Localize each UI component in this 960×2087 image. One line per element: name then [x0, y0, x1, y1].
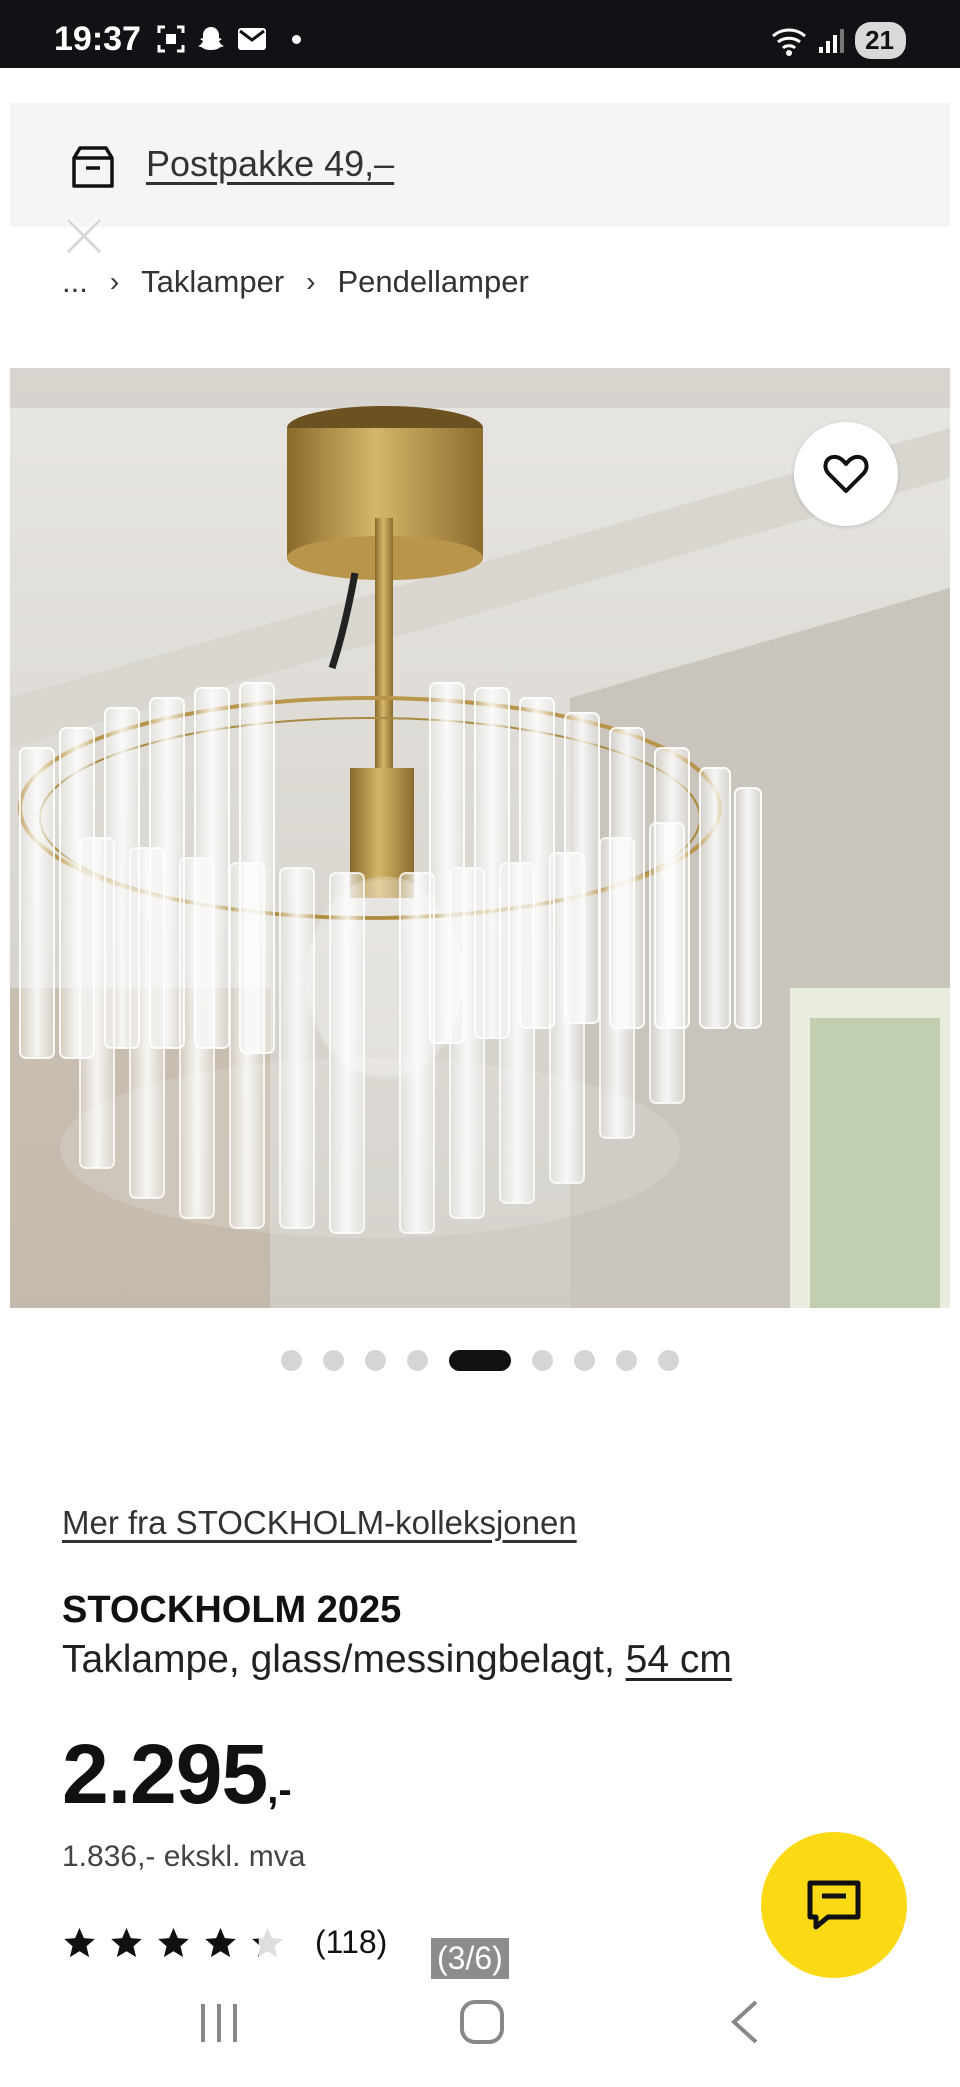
breadcrumb-ellipsis[interactable]: ...: [62, 264, 88, 300]
carousel-dot[interactable]: [365, 1350, 386, 1371]
battery-icon: 21: [855, 22, 906, 59]
parcel-icon: [72, 146, 114, 188]
carousel-dot[interactable]: [407, 1350, 428, 1371]
carousel-dot[interactable]: [323, 1350, 344, 1371]
star-full-icon: [111, 1927, 142, 1958]
carousel-dot[interactable]: [574, 1350, 595, 1371]
carousel-dot-active[interactable]: [449, 1350, 511, 1371]
screenshot-icon: [157, 25, 185, 53]
product-rating[interactable]: (118): [62, 1924, 387, 1961]
chat-button[interactable]: [761, 1832, 907, 1978]
star-partial-icon: [252, 1927, 283, 1958]
star-full-icon: [205, 1927, 236, 1958]
carousel-dot[interactable]: [532, 1350, 553, 1371]
size-link[interactable]: 54 cm: [626, 1638, 732, 1681]
product-price: 2.295 ,-: [62, 1726, 292, 1823]
navigation-bar: [0, 1980, 960, 2087]
price-suffix: ,-: [267, 1768, 292, 1812]
star-full-icon: [64, 1927, 95, 1958]
star-full-icon: [158, 1927, 189, 1958]
snapchat-icon: [198, 27, 224, 50]
review-count[interactable]: (118): [315, 1924, 387, 1961]
breadcrumb-taklamper[interactable]: Taklamper: [141, 264, 284, 300]
collection-link[interactable]: Mer fra STOCKHOLM-kolleksjonen: [62, 1504, 577, 1542]
carousel-dot[interactable]: [616, 1350, 637, 1371]
chevron-right-icon: ›: [306, 266, 316, 297]
page-counter: (3/6): [431, 1938, 509, 1979]
status-time: 19:37: [54, 20, 141, 58]
product-description: Taklampe, glass/messingbelagt, 54 cm: [62, 1638, 732, 1682]
close-icon[interactable]: [62, 214, 106, 258]
signal-icon: [819, 28, 845, 53]
carousel-dots: [10, 1350, 950, 1371]
favorite-button[interactable]: [794, 422, 898, 526]
breadcrumb: ... › Taklamper › Pendellamper: [62, 264, 529, 300]
app-frame: Postpakke 49,– ... › Taklamper › Pendell…: [10, 68, 950, 1980]
delivery-banner[interactable]: Postpakke 49,–: [10, 103, 950, 227]
dot-icon: [292, 34, 301, 44]
product-name: STOCKHOLM 2025: [62, 1589, 402, 1631]
carousel-dot[interactable]: [281, 1350, 302, 1371]
delivery-price-link[interactable]: Postpakke 49,–: [146, 143, 394, 185]
breadcrumb-pendellamper[interactable]: Pendellamper: [338, 264, 529, 300]
mail-icon: [238, 28, 266, 50]
price-value: 2.295: [62, 1727, 268, 1821]
status-bar: 19:37 21: [0, 0, 960, 68]
price-excl-vat: 1.836,- ekskl. mva: [62, 1840, 306, 1873]
carousel-dot[interactable]: [658, 1350, 679, 1371]
recent-apps-icon[interactable]: [197, 1998, 241, 2046]
chat-icon: [807, 1880, 861, 1930]
wifi-icon: [772, 28, 807, 56]
notification-icons: [156, 24, 301, 54]
back-icon[interactable]: [728, 1998, 762, 2046]
heart-icon: [823, 454, 869, 493]
system-icons: 21: [771, 22, 906, 59]
chevron-right-icon: ›: [109, 266, 120, 297]
product-description-text: Taklampe, glass/messingbelagt,: [62, 1638, 626, 1681]
home-icon[interactable]: [458, 1998, 506, 2046]
